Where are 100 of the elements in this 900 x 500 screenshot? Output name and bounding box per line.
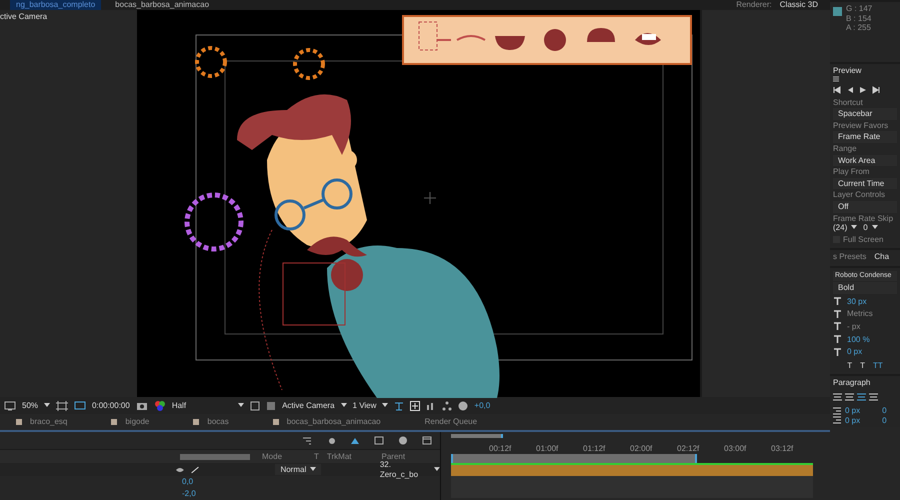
composition-tab[interactable]: Render Queue xyxy=(424,417,478,427)
composition-tab[interactable]: bocas xyxy=(207,417,229,427)
paragraph-value[interactable]: 0 xyxy=(882,416,887,426)
composition-icon xyxy=(193,419,200,426)
play-icon[interactable] xyxy=(859,86,867,94)
paragraph-value[interactable]: 0 px xyxy=(845,406,860,416)
rgb-channels-icon[interactable] xyxy=(154,400,166,412)
align-icon[interactable] xyxy=(833,393,842,402)
caret-icon[interactable] xyxy=(382,403,388,408)
fast-preview-icon[interactable] xyxy=(410,400,420,411)
caret-icon[interactable] xyxy=(851,225,858,230)
mode-dropdown[interactable]: Normal xyxy=(275,464,322,476)
font-style-dropdown[interactable]: Bold xyxy=(833,282,897,294)
character-value[interactable]: Metrics xyxy=(847,309,873,320)
renderer-label: Renderer: xyxy=(736,0,772,10)
field-label: Shortcut xyxy=(833,98,863,107)
column-header[interactable]: Mode xyxy=(262,452,282,462)
caret-icon[interactable] xyxy=(310,467,316,472)
caret-icon[interactable] xyxy=(238,403,244,408)
color-value: A : 255 xyxy=(846,23,871,32)
camera-label: ctive Camera xyxy=(0,12,48,21)
panel-title[interactable]: Paragraph xyxy=(833,378,870,388)
field-label: Skip xyxy=(877,214,894,223)
layer-bounding-box xyxy=(282,262,346,326)
color-swatch xyxy=(833,7,842,16)
exposure-value[interactable]: +0,0 xyxy=(474,400,490,410)
text-style-button[interactable]: T xyxy=(847,360,852,370)
calendar-icon[interactable] xyxy=(422,436,432,445)
character-value[interactable]: 100 % xyxy=(847,334,870,344)
parent-dropdown[interactable]: 32. Zero_c_bo xyxy=(380,460,440,480)
previous-frame-icon[interactable] xyxy=(846,86,854,94)
crosshair-icon xyxy=(424,191,436,204)
align-icon[interactable] xyxy=(857,393,866,402)
view-layout-dropdown[interactable]: 1 View xyxy=(352,400,376,410)
composition-tab[interactable]: bigode xyxy=(125,417,150,427)
font-size-icon[interactable] xyxy=(833,297,842,306)
field-label: Range xyxy=(833,144,857,153)
checkbox-label[interactable]: Full Screen xyxy=(843,234,884,244)
ruler-label: 03:12f xyxy=(771,444,794,454)
ruler-label: 03:00f xyxy=(724,444,748,454)
camera-dropdown[interactable]: Active Camera xyxy=(282,400,335,410)
monitor-icon[interactable] xyxy=(4,400,16,412)
composition-icon xyxy=(16,419,22,426)
property-value[interactable]: 0,0 xyxy=(182,477,194,487)
menu-icon[interactable] xyxy=(833,76,839,82)
text-style-button[interactable]: T xyxy=(860,360,865,370)
panel-tab[interactable]: Cha xyxy=(874,252,890,262)
dashed-ring xyxy=(195,46,227,78)
caret-icon[interactable] xyxy=(340,403,347,408)
align-icon[interactable] xyxy=(845,393,854,402)
field-label: Preview Favors xyxy=(833,120,888,130)
composition-icon xyxy=(272,419,279,426)
color-value: G : 147 xyxy=(846,4,872,13)
composition-tab[interactable]: bocas_barbosa_animacao xyxy=(286,417,381,427)
column-header[interactable]: T xyxy=(314,452,319,462)
camera-icon[interactable] xyxy=(136,400,148,412)
field-label: Play From xyxy=(833,167,870,176)
document-tab[interactable]: bocas_barbosa_animacao xyxy=(109,0,216,10)
panel-title[interactable]: Preview xyxy=(833,66,862,75)
preview-dropdown[interactable]: Frame Rate xyxy=(833,131,897,143)
paragraph-value[interactable]: 0 px xyxy=(845,416,860,426)
ruler-label: 01:00f xyxy=(536,444,560,454)
caret-icon[interactable] xyxy=(44,403,50,408)
align-icon[interactable] xyxy=(869,393,878,402)
document-tab[interactable]: ng_barbosa_completo xyxy=(10,0,102,10)
preview-dropdown[interactable]: Spacebar xyxy=(833,108,897,120)
indent-icon[interactable] xyxy=(833,416,841,424)
preview-dropdown[interactable]: Current Time xyxy=(833,178,897,190)
dashed-ring xyxy=(184,192,244,252)
color-value: B : 154 xyxy=(846,14,872,23)
character-value[interactable]: 0 px xyxy=(847,347,862,357)
composition-tab[interactable]: braco_esq xyxy=(30,417,68,427)
composition-icon xyxy=(111,419,118,426)
column-header[interactable]: Parent xyxy=(382,452,406,462)
next-frame-icon[interactable] xyxy=(872,86,880,94)
first-frame-icon[interactable] xyxy=(833,86,841,94)
text-style-button[interactable]: TT xyxy=(873,360,883,370)
resolution-dropdown[interactable]: Half xyxy=(172,400,186,410)
renderer-value[interactable]: Classic 3D xyxy=(780,0,818,10)
caret-icon[interactable] xyxy=(872,225,878,230)
visibility-icon[interactable] xyxy=(176,466,200,474)
grid-icon[interactable] xyxy=(56,400,68,412)
paragraph-value[interactable]: 0 xyxy=(882,406,887,416)
caret-icon[interactable] xyxy=(434,467,440,472)
preview-dropdown[interactable]: Work Area xyxy=(833,154,897,166)
preview-dropdown[interactable]: Off xyxy=(833,200,897,213)
zoom-dropdown[interactable]: 50% xyxy=(22,400,38,410)
fps-dropdown[interactable]: (24) xyxy=(833,223,858,233)
column-header[interactable]: TrkMat xyxy=(326,452,352,462)
ruler-label: 02:00f xyxy=(630,444,654,454)
property-value[interactable]: -2,0 xyxy=(182,489,196,499)
indent-icon[interactable] xyxy=(833,406,841,415)
skip-dropdown[interactable]: 0 xyxy=(863,223,878,233)
character-value[interactable]: - px xyxy=(847,322,860,332)
current-time[interactable]: 0:00:00:00 xyxy=(92,400,130,410)
character-value[interactable]: 30 px xyxy=(847,296,867,306)
ruler-label: 02:12f xyxy=(677,444,700,454)
hierarchy-icon[interactable] xyxy=(442,400,452,411)
field-label: Frame Rate xyxy=(833,214,876,223)
panel-tab[interactable]: s Presets xyxy=(833,252,866,262)
